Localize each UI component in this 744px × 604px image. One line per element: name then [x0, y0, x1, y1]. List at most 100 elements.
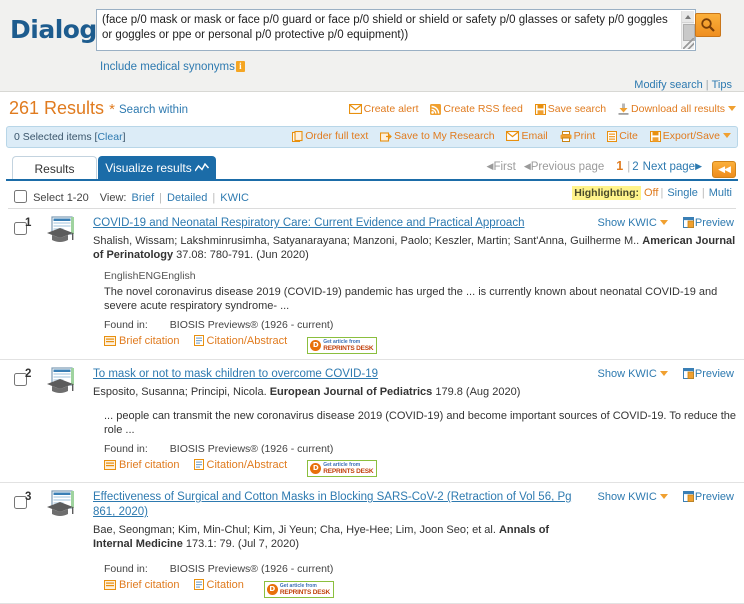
search-query-input[interactable]: (face p/0 mask or mask or face p/0 guard…	[96, 9, 696, 51]
brief-citation-link[interactable]: Brief citation	[104, 335, 180, 347]
result-journal: European Journal of Pediatrics	[269, 385, 433, 398]
show-kwic-button[interactable]: Show KWIC	[598, 217, 668, 229]
save-to-my-research-button[interactable]: Save to My Research	[380, 130, 495, 142]
query-resize-grip[interactable]	[683, 38, 694, 49]
brief-citation-icon	[104, 580, 116, 591]
search-within-link[interactable]: Search within	[119, 104, 188, 116]
selected-bar-actions: Order full text Save to My Research Emai…	[283, 130, 731, 142]
view-option-kwic[interactable]: KWIC	[220, 192, 249, 204]
save-to-my-research-label: Save to My Research	[394, 130, 495, 142]
result-volume-date: 179.8 (Aug 2020)	[432, 385, 521, 398]
citation-abstract-icon	[193, 335, 204, 346]
create-alert-button[interactable]: Create alert	[348, 103, 419, 116]
result-title-link[interactable]: Effectiveness of Surgical and Cotton Mas…	[93, 491, 572, 518]
create-rss-feed-label: Create RSS feed	[443, 103, 523, 116]
include-medical-synonyms[interactable]: Include medical synonyms i	[100, 61, 245, 73]
citation-abstract-label: Citation/Abstract	[206, 335, 288, 347]
rewind-button[interactable]: ◀◀	[712, 161, 736, 178]
view-option-brief[interactable]: Brief	[132, 192, 155, 204]
download-all-results-button[interactable]: Download all results	[618, 103, 736, 115]
save-search-button[interactable]: Save search	[534, 103, 607, 116]
order-full-text-button[interactable]: Order full text	[292, 130, 368, 142]
show-kwic-button[interactable]: Show KWIC	[598, 368, 668, 380]
chevron-down-icon[interactable]	[728, 106, 736, 112]
result-right-actions: Show KWIC Preview	[598, 491, 734, 503]
results-count-text: 261 Results	[9, 98, 105, 118]
reprints-desk-badge[interactable]: D Get article from REPRINTS DESK	[307, 336, 378, 354]
chevron-down-icon[interactable]	[659, 494, 668, 500]
create-rss-feed-button[interactable]: Create RSS feed	[430, 103, 523, 116]
brief-citation-link[interactable]: Brief citation	[104, 579, 180, 591]
save-search-label: Save search	[547, 103, 607, 116]
citation-link[interactable]: Citation	[193, 579, 244, 591]
citation-abstract-link[interactable]: Citation/Abstract	[193, 458, 287, 471]
brief-citation-link[interactable]: Brief citation	[104, 459, 180, 471]
found-in-database: BIOSIS Previews® (1926 - current)	[169, 563, 334, 576]
preview-button[interactable]: Preview	[682, 367, 734, 380]
document-scholar-icon	[47, 366, 74, 393]
tabs-row: Results Visualize results ◀First ◀Previou…	[0, 154, 744, 181]
result-title-link[interactable]: To mask or not to mask children to overc…	[93, 368, 378, 380]
tab-results[interactable]: Results	[12, 156, 97, 181]
view-label: View:	[99, 192, 127, 204]
result-number: 2	[25, 367, 32, 380]
search-button[interactable]	[695, 13, 721, 37]
chevron-down-icon[interactable]	[659, 370, 668, 376]
result-authors: Shalish, Wissam; Lakshminrusimha, Satyan…	[93, 235, 643, 247]
printer-icon	[560, 130, 572, 142]
include-medical-synonyms-link[interactable]: Include medical synonyms	[100, 61, 235, 73]
brief-citation-label: Brief citation	[119, 579, 180, 592]
save-research-icon	[380, 132, 393, 142]
header-links: Modify search | Tips	[634, 79, 732, 91]
clear-selection-link[interactable]: Clear	[97, 131, 122, 143]
order-full-text-label: Order full text	[305, 130, 369, 142]
highlighting-option-off[interactable]: Off	[644, 187, 658, 199]
citation-abstract-icon	[193, 458, 204, 470]
found-in-database: BIOSIS Previews® (1926 - current)	[169, 442, 334, 455]
result-links: Brief citation Citation/Abstract D Get arti…	[104, 335, 736, 354]
print-button[interactable]: Print	[560, 130, 595, 142]
modify-search-link[interactable]: Modify search	[634, 79, 702, 91]
found-in-database: BIOSIS Previews® (1926 - current)	[169, 319, 334, 331]
export-save-button[interactable]: Export/Save	[649, 130, 731, 142]
highlighting-option-single[interactable]: Single	[667, 187, 698, 199]
email-label: Email	[521, 130, 548, 142]
show-kwic-button[interactable]: Show KWIC	[598, 491, 668, 503]
result-links: Brief citation Citation D Get article from R…	[104, 579, 586, 598]
tab-results-label: Results	[34, 162, 75, 176]
result-number: 1	[25, 217, 32, 229]
reprints-desk-badge[interactable]: D Get article from REPRINTS DESK	[263, 580, 334, 598]
email-button[interactable]: Email	[506, 130, 548, 142]
view-left-group: Select 1-20 View: Brief | Detailed | KWIC	[10, 187, 251, 206]
select-all-checkbox[interactable]	[14, 190, 27, 203]
preview-button[interactable]: Preview	[682, 491, 734, 503]
reprints-desk-badge[interactable]: D Get article from REPRINTS DESK	[307, 460, 378, 478]
reprints-desk-text: Get article from REPRINTS DESK	[280, 583, 330, 596]
cite-label: Cite	[619, 130, 638, 142]
dialog-logo: Dialog.	[10, 15, 106, 44]
envelope-icon	[348, 104, 362, 115]
pager-next-page[interactable]: Next page▶	[643, 161, 702, 173]
tips-link[interactable]: Tips	[712, 79, 732, 91]
create-alert-label: Create alert	[363, 103, 419, 116]
result-found-in: Found in: BIOSIS Previews® (1926 - curren…	[104, 563, 586, 575]
reprints-desk-line2: REPRINTS DESK	[323, 468, 374, 476]
preview-button[interactable]: Preview	[682, 217, 734, 229]
query-scroll-up-arrow[interactable]	[682, 11, 694, 23]
tab-visualize-results[interactable]: Visualize results	[98, 156, 216, 181]
chevron-down-icon[interactable]	[659, 220, 668, 225]
chevron-down-icon[interactable]	[723, 133, 731, 138]
tab-visualize-label: Visualize results	[105, 161, 192, 175]
citation-abstract-link[interactable]: Citation/Abstract	[193, 335, 288, 347]
found-in-label: Found in:	[104, 442, 148, 455]
preview-label: Preview	[694, 217, 734, 229]
info-icon[interactable]: i	[235, 61, 245, 72]
show-kwic-label: Show KWIC	[597, 367, 657, 380]
highlighting-option-multi[interactable]: Multi	[709, 187, 732, 199]
result-item: 1 COVID-19 and Neonatal Respiratory Care…	[0, 209, 744, 360]
show-kwic-label: Show KWIC	[597, 217, 657, 229]
cite-button[interactable]: Cite	[607, 130, 638, 142]
pager-page-2[interactable]: 2	[632, 161, 638, 173]
result-title-link[interactable]: COVID-19 and Neonatal Respiratory Care: …	[93, 217, 524, 229]
view-option-detailed[interactable]: Detailed	[167, 192, 207, 204]
